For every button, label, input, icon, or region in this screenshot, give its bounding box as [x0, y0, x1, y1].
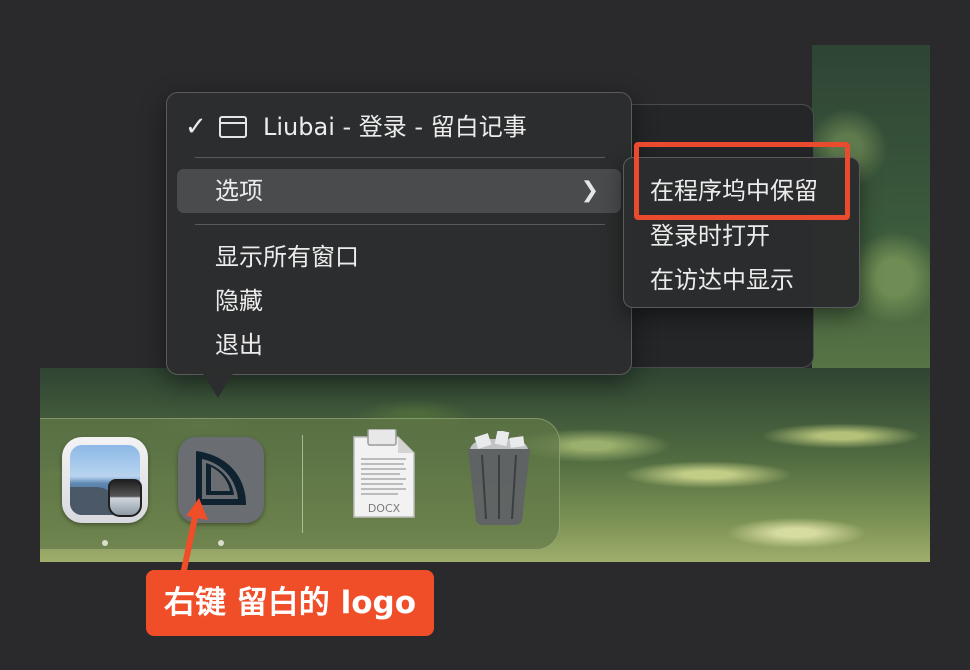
menu-item-options[interactable]: 选项 ❯: [177, 169, 621, 213]
annotation-highlight-box: [634, 142, 850, 220]
window-icon: [219, 116, 247, 138]
running-indicator-liubai: [218, 540, 224, 546]
preview-app-icon[interactable]: [62, 437, 148, 523]
menu-item-options-label: 选项: [215, 177, 263, 205]
dock-separator: [302, 435, 303, 533]
checkmark-icon: ✓: [185, 112, 207, 142]
menu-item-show-all-windows-label: 显示所有窗口: [215, 243, 359, 271]
submenu-item-show-in-finder[interactable]: 在访达中显示: [650, 258, 794, 302]
running-indicator-preview: [102, 540, 108, 546]
menu-divider: [195, 157, 605, 158]
menu-item-quit[interactable]: 退出: [177, 323, 621, 367]
docx-document-icon[interactable]: DOCX: [348, 428, 420, 523]
menu-item-hide[interactable]: 隐藏: [177, 279, 621, 323]
menu-divider: [195, 224, 605, 225]
trash-icon[interactable]: [456, 429, 542, 527]
chevron-right-icon: ❯: [580, 178, 599, 203]
context-menu-pointer: [202, 372, 234, 398]
loupe-graphic: [108, 479, 142, 517]
docx-label: DOCX: [368, 502, 401, 515]
dock-context-menu: ✓ Liubai - 登录 - 留白记事 选项 ❯ 显示所有窗口 隐藏 退出: [166, 92, 632, 375]
menu-item-window-label: Liubai - 登录 - 留白记事: [263, 113, 527, 141]
submenu-item-open-at-login[interactable]: 登录时打开: [650, 214, 770, 258]
menu-item-show-all-windows[interactable]: 显示所有窗口: [177, 235, 621, 279]
menu-item-window[interactable]: ✓ Liubai - 登录 - 留白记事: [177, 105, 621, 149]
menu-item-quit-label: 退出: [215, 331, 263, 359]
annotation-callout: 右键 留白的 logo: [146, 570, 434, 636]
dock: DOCX: [40, 418, 560, 550]
annotation-arrow-icon: [181, 498, 208, 573]
menu-item-hide-label: 隐藏: [215, 287, 263, 315]
